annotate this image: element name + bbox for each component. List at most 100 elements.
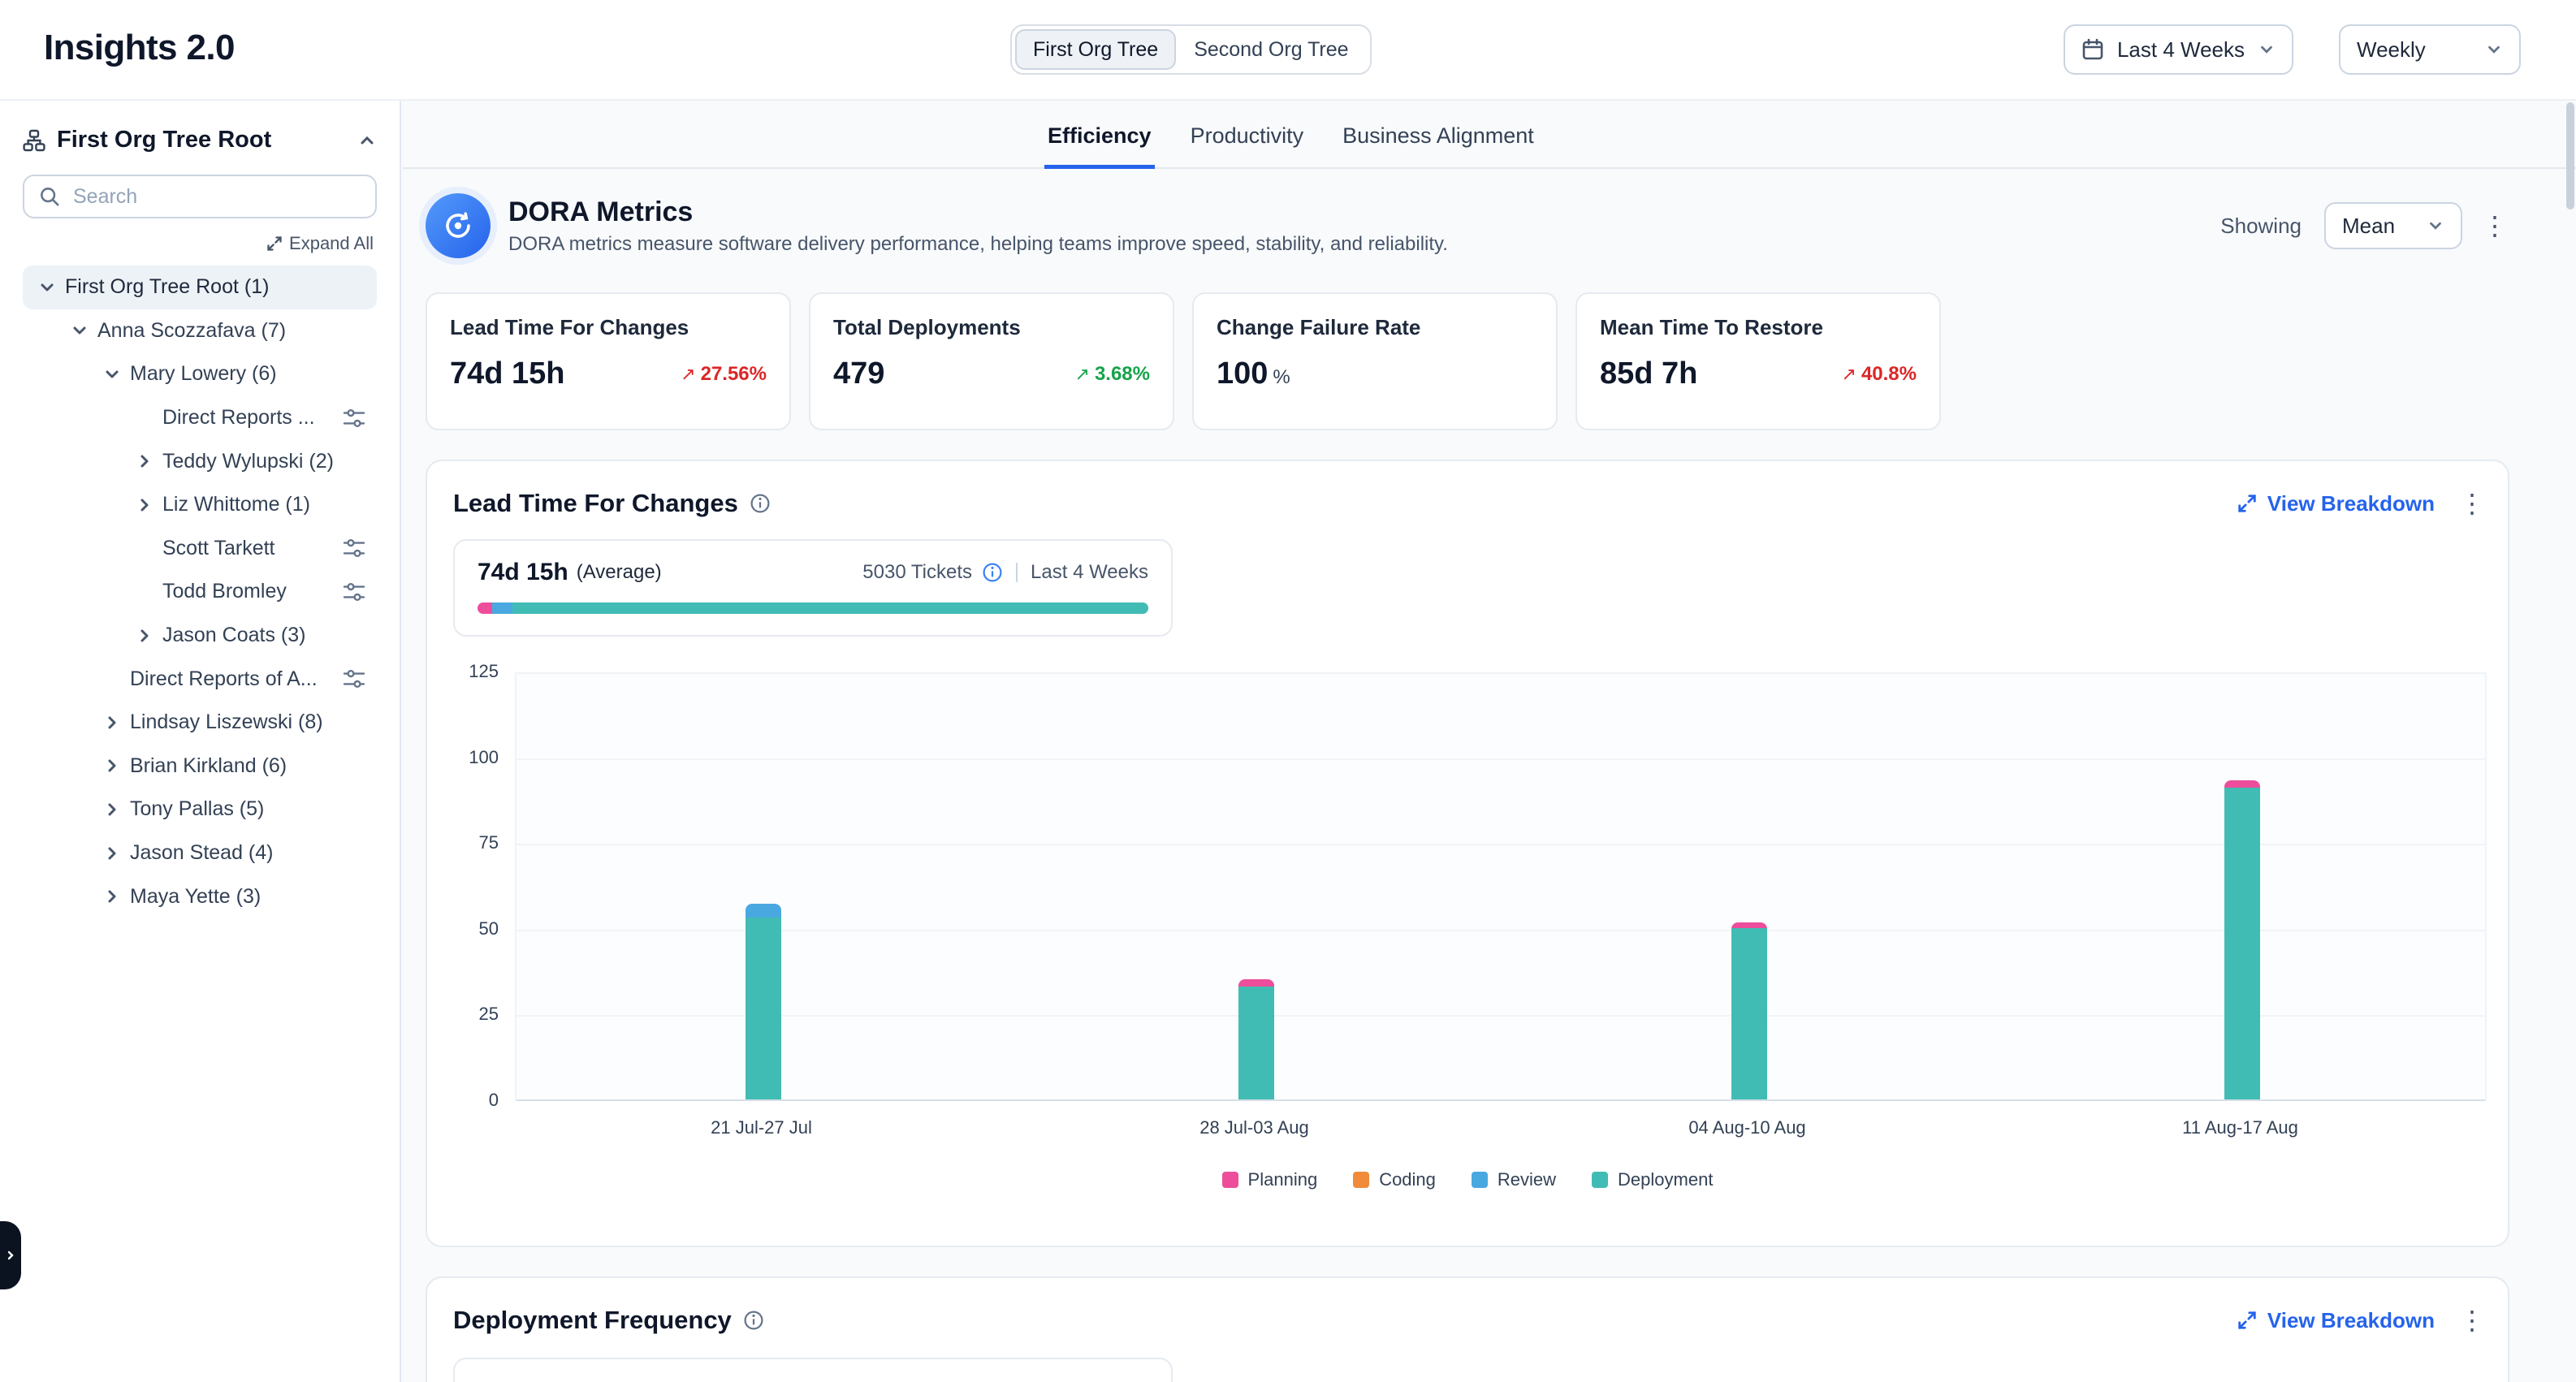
tree-item[interactable]: Maya Yette (3) bbox=[23, 875, 377, 918]
chevron-right-icon[interactable] bbox=[133, 494, 156, 516]
tree-item-label: Scott Tarkett bbox=[162, 537, 275, 560]
tab-productivity[interactable]: Productivity bbox=[1187, 123, 1307, 169]
summary-bar-segment bbox=[512, 602, 1148, 614]
tree-item[interactable]: Teddy Wylupski (2) bbox=[23, 439, 377, 483]
tickets-count: 5030 Tickets bbox=[862, 561, 972, 584]
gridline bbox=[516, 672, 2485, 674]
x-axis-tick-label: 11 Aug-17 Aug bbox=[2127, 1117, 2354, 1138]
y-axis-tick-label: 75 bbox=[479, 832, 499, 853]
org-tree: First Org Tree Root (1) Anna Scozzafava (… bbox=[23, 266, 377, 918]
bar bbox=[1238, 979, 1274, 1099]
kebab-menu-icon[interactable]: ⋮ bbox=[2459, 490, 2482, 516]
chevron-down-icon[interactable] bbox=[68, 319, 91, 342]
filter-icon[interactable] bbox=[343, 407, 365, 430]
tree-item[interactable]: Jason Stead (4) bbox=[23, 831, 377, 875]
filter-icon[interactable] bbox=[343, 581, 365, 603]
tab-efficiency[interactable]: Efficiency bbox=[1044, 123, 1155, 169]
chevron-down-icon bbox=[2485, 41, 2503, 58]
toggle-second-org-tree[interactable]: Second Org Tree bbox=[1176, 29, 1366, 70]
tree-item[interactable]: Anna Scozzafava (7) bbox=[23, 309, 377, 353]
chevron-right-icon[interactable] bbox=[101, 798, 123, 821]
tree-item[interactable]: Lindsay Liszewski (8) bbox=[23, 701, 377, 745]
tree-item-label: Brian Kirkland (6) bbox=[130, 754, 287, 778]
metric-card-delta: ↗27.56% bbox=[681, 363, 767, 386]
divider bbox=[1016, 563, 1018, 582]
deployment-summary-card bbox=[453, 1358, 1173, 1382]
kebab-menu-icon[interactable]: ⋮ bbox=[2482, 213, 2505, 239]
x-axis-tick-label: 28 Jul-03 Aug bbox=[1141, 1117, 1368, 1138]
y-axis-labels: 0255075100125 bbox=[443, 672, 499, 1101]
chevron-right-icon[interactable] bbox=[101, 711, 123, 734]
legend-item: Coding bbox=[1353, 1169, 1436, 1190]
metric-card-value: 100% bbox=[1217, 356, 1290, 391]
tree-item-label: Liz Whittome (1) bbox=[162, 493, 310, 516]
sidebar-collapse-handle[interactable] bbox=[0, 1221, 21, 1289]
granularity-select[interactable]: Weekly bbox=[2339, 24, 2521, 75]
tree-item-label: Jason Stead (4) bbox=[130, 841, 274, 865]
chevron-down-icon[interactable] bbox=[36, 276, 58, 299]
expand-all-button[interactable]: Expand All bbox=[23, 233, 374, 254]
tree-item[interactable]: Tony Pallas (5) bbox=[23, 788, 377, 831]
info-icon[interactable] bbox=[750, 493, 771, 514]
tree-item[interactable]: Direct Reports of A... bbox=[23, 657, 377, 701]
filter-icon[interactable] bbox=[343, 537, 365, 559]
toggle-first-org-tree[interactable]: First Org Tree bbox=[1015, 29, 1176, 70]
tree-item[interactable]: Direct Reports ... bbox=[23, 396, 377, 440]
tree-item[interactable]: Brian Kirkland (6) bbox=[23, 745, 377, 788]
chevron-placeholder bbox=[133, 581, 156, 603]
scrollbar[interactable] bbox=[2566, 102, 2574, 209]
bar-segment-deployment bbox=[746, 918, 781, 1099]
tree-item[interactable]: Todd Bromley bbox=[23, 570, 377, 614]
main-content: Efficiency Productivity Business Alignme… bbox=[403, 101, 2576, 1382]
bar bbox=[2224, 780, 2260, 1099]
deployment-frequency-title: Deployment Frequency bbox=[453, 1306, 732, 1335]
app-title: Insights 2.0 bbox=[44, 28, 235, 68]
metric-card-title: Total Deployments bbox=[833, 315, 1150, 340]
chevron-right-icon[interactable] bbox=[133, 624, 156, 647]
bar bbox=[746, 904, 781, 1099]
tree-item-label: Anna Scozzafava (7) bbox=[97, 319, 286, 343]
y-axis-tick-label: 0 bbox=[489, 1090, 499, 1111]
trend-up-icon: ↗ bbox=[1075, 364, 1090, 385]
tree-item[interactable]: Scott Tarkett bbox=[23, 527, 377, 571]
legend-label: Deployment bbox=[1618, 1169, 1713, 1190]
legend-swatch bbox=[1592, 1172, 1608, 1188]
summary-bar-segment bbox=[478, 602, 492, 614]
average-label: (Average) bbox=[577, 561, 662, 584]
view-breakdown-button[interactable]: View Breakdown bbox=[2237, 1308, 2435, 1333]
chevron-placeholder bbox=[133, 407, 156, 430]
metric-card: Lead Time For Changes74d 15h↗27.56% bbox=[426, 292, 791, 430]
chevron-up-icon[interactable] bbox=[357, 131, 377, 150]
tree-item[interactable]: First Org Tree Root (1) bbox=[23, 266, 377, 309]
tree-item[interactable]: Mary Lowery (6) bbox=[23, 352, 377, 396]
info-icon[interactable] bbox=[743, 1310, 764, 1331]
filter-icon[interactable] bbox=[343, 667, 365, 690]
tree-item-label: Direct Reports of A... bbox=[130, 667, 318, 691]
tree-item[interactable]: Liz Whittome (1) bbox=[23, 483, 377, 527]
tab-business-alignment[interactable]: Business Alignment bbox=[1339, 123, 1537, 169]
date-range-select[interactable]: Last 4 Weeks bbox=[2064, 24, 2293, 75]
chevron-right-icon[interactable] bbox=[101, 754, 123, 777]
lead-time-panel: Lead Time For Changes View Breakdown ⋮ 7… bbox=[426, 460, 2509, 1247]
metric-card-delta: ↗40.8% bbox=[1842, 363, 1917, 386]
search-input[interactable] bbox=[73, 185, 361, 209]
gridline bbox=[516, 844, 2485, 845]
y-axis-tick-label: 100 bbox=[469, 747, 499, 768]
dora-description: DORA metrics measure software delivery p… bbox=[508, 233, 1448, 256]
expand-icon bbox=[2237, 493, 2258, 514]
chevron-right-icon[interactable] bbox=[133, 450, 156, 473]
chevron-right-icon[interactable] bbox=[101, 885, 123, 908]
chevron-right-icon[interactable] bbox=[101, 842, 123, 865]
chevron-down-icon[interactable] bbox=[101, 363, 123, 386]
tree-item-label: Direct Reports ... bbox=[162, 406, 315, 430]
tree-item-label: Todd Bromley bbox=[162, 580, 287, 603]
bar-segment-review bbox=[746, 904, 781, 918]
aggregation-select[interactable]: Mean bbox=[2324, 202, 2462, 249]
view-breakdown-button[interactable]: View Breakdown bbox=[2237, 491, 2435, 516]
y-axis-tick-label: 125 bbox=[469, 661, 499, 682]
tree-item-label: Tony Pallas (5) bbox=[130, 797, 264, 821]
tree-item[interactable]: Jason Coats (3) bbox=[23, 614, 377, 658]
header-controls: Last 4 Weeks Weekly bbox=[2064, 24, 2521, 75]
info-icon[interactable] bbox=[982, 562, 1003, 583]
kebab-menu-icon[interactable]: ⋮ bbox=[2459, 1307, 2482, 1333]
